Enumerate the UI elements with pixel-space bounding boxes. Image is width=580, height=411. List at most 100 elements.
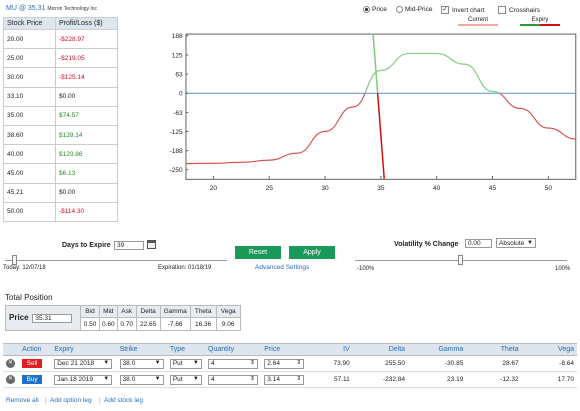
action-badge[interactable]: Sell	[22, 359, 43, 368]
stepper-icon: ⇕	[296, 360, 302, 366]
value-theta: 16.36	[189, 317, 217, 331]
link-separator: |	[45, 397, 47, 404]
volatility-min: -100%	[357, 266, 375, 272]
header-mid: Mid	[99, 305, 118, 318]
payoff-chart[interactable]: 188 125 63 0 -63 -125 -188 -250 20 25 30 35 40 45 50	[163, 27, 580, 207]
col-profit-loss: Profit/Loss ($)	[54, 17, 119, 30]
advanced-settings-link[interactable]: Advanced Settings	[255, 264, 309, 271]
legend-current-line	[458, 24, 498, 26]
expiry-select[interactable]: Jan 18 2019 ▼	[54, 374, 113, 385]
days-to-expire-label: Days to Expire	[62, 242, 111, 249]
profit-loss-cell: -$228.97	[54, 28, 119, 50]
stock-price-cell: 33.10	[3, 86, 56, 107]
profit-loss-cell: $129.86	[54, 144, 119, 165]
crosshairs-label: Crosshairs	[509, 6, 541, 14]
profit-loss-cell: $139.14	[54, 124, 119, 146]
gamma-cell: -30.85	[408, 355, 467, 372]
x-tick-label: 20	[210, 185, 218, 192]
gamma-cell: 23.19	[408, 371, 467, 388]
crosshairs-checkbox[interactable]: Crosshairs	[498, 6, 540, 14]
expiration-date: Expiration: 01/18/19	[158, 265, 212, 271]
legend-expiry: Expiry	[520, 17, 560, 26]
col-strike: Strike	[116, 343, 167, 356]
price-value: 3.14	[267, 376, 280, 383]
type-cell: Put ▼	[166, 371, 205, 388]
mid-price-radio-circle[interactable]	[396, 6, 403, 13]
quantity-cell: 4 ⇕	[205, 371, 262, 388]
expiry-cell: Jan 18 2019 ▼	[51, 371, 117, 388]
strike-cell: 38.0 ▼	[116, 371, 167, 388]
table-row: 45.21 $0.00	[3, 182, 119, 203]
volatility-input[interactable]: 0.00	[465, 239, 492, 248]
ticker-symbol[interactable]: MU @ 35.31	[6, 5, 45, 12]
price-radio-circle[interactable]	[363, 6, 370, 13]
chevron-down-icon: ▼	[103, 376, 110, 382]
y-tick-label: -125	[170, 129, 183, 136]
close-icon[interactable]: ✕	[6, 359, 15, 368]
expiry-cell: Dec 21 2018 ▼	[51, 355, 117, 372]
legend-current: Current	[458, 17, 498, 26]
position-price-input[interactable]: 35.31	[32, 313, 73, 323]
header-ask: Ask	[116, 305, 137, 318]
ticker-header: MU @ 35.31 Micron Technology Inc	[6, 5, 97, 12]
crosshairs-check[interactable]	[498, 6, 506, 14]
stock-price-cell: 38.60	[3, 124, 56, 146]
position-price-cell: Price 35.31	[5, 305, 81, 331]
calendar-icon[interactable]	[147, 240, 156, 249]
price-radio[interactable]: Price	[363, 6, 387, 13]
x-tick-label: 45	[489, 185, 497, 192]
volatility-mode-select[interactable]: Absolute ▼	[496, 238, 536, 248]
invert-chart-checkbox[interactable]: ✓ Invert chart	[441, 6, 485, 14]
days-slider-track[interactable]	[5, 260, 227, 261]
x-tick-label: 50	[545, 185, 553, 192]
price-stepper[interactable]: 2.64 ⇕	[264, 358, 305, 369]
remove-all-link[interactable]: Remove all	[6, 397, 39, 404]
type-value: Put	[172, 360, 183, 367]
stock-price-cell: 20.00	[3, 28, 56, 50]
col-iv: IV	[307, 343, 353, 356]
table-row: 50.00 -$114.30	[3, 201, 119, 222]
price-stepper[interactable]: 3.14 ⇕	[264, 374, 305, 385]
col-action: Action	[19, 343, 52, 356]
mid-price-radio[interactable]: Mid-Price	[396, 6, 432, 13]
days-to-expire-input[interactable]: 39	[114, 241, 144, 250]
type-select[interactable]: Put ▼	[169, 358, 202, 369]
price-radio-label: Price	[372, 6, 387, 13]
price-cell: 3.14 ⇕	[261, 371, 308, 388]
stepper-icon: ⇕	[249, 376, 255, 382]
type-select[interactable]: Put ▼	[169, 374, 202, 385]
action-badge[interactable]: Buy	[22, 375, 43, 384]
volatility-mode-value: Absolute	[499, 239, 525, 247]
header-bid: Bid	[80, 305, 100, 318]
add-stock-leg-link[interactable]: Add stock leg	[104, 397, 143, 404]
value-mid: 0.60	[99, 317, 118, 331]
profit-loss-cell: -$114.30	[54, 201, 119, 222]
col-type: Type	[166, 343, 205, 356]
x-tick-label: 25	[266, 185, 274, 192]
strike-select[interactable]: 38.0 ▼	[119, 358, 164, 369]
quantity-stepper[interactable]: 4 ⇕	[208, 374, 258, 385]
y-tick-label: 188	[172, 33, 183, 40]
expiry-select[interactable]: Dec 21 2018 ▼	[54, 358, 113, 369]
stock-price-cell: 35.00	[3, 105, 56, 126]
volatility-slider-thumb[interactable]	[458, 255, 463, 265]
price-value: 2.64	[267, 360, 280, 367]
theta-cell: -12.32	[466, 371, 522, 388]
close-icon[interactable]: ✕	[6, 375, 15, 384]
link-separator: |	[99, 397, 101, 404]
profit-loss-cell: $6.13	[54, 163, 119, 184]
add-option-leg-link[interactable]: Add option leg	[50, 397, 92, 404]
reset-button[interactable]: Reset	[235, 246, 281, 259]
stock-price-cell: 45.00	[3, 163, 56, 184]
apply-button[interactable]: Apply	[289, 246, 335, 259]
check-icon[interactable]: ✓	[441, 6, 449, 14]
days-slider-thumb[interactable]	[12, 255, 17, 265]
quantity-stepper[interactable]: 4 ⇕	[208, 358, 258, 369]
quantity-cell: 4 ⇕	[205, 355, 262, 372]
strike-select[interactable]: 38.0 ▼	[119, 374, 164, 385]
quantity-value: 4	[211, 376, 215, 383]
legend-current-label: Current	[467, 17, 488, 23]
value-bid: 0.50	[80, 317, 100, 331]
col-quantity: Quantity	[205, 343, 262, 356]
value-delta: 22.65	[135, 317, 161, 331]
